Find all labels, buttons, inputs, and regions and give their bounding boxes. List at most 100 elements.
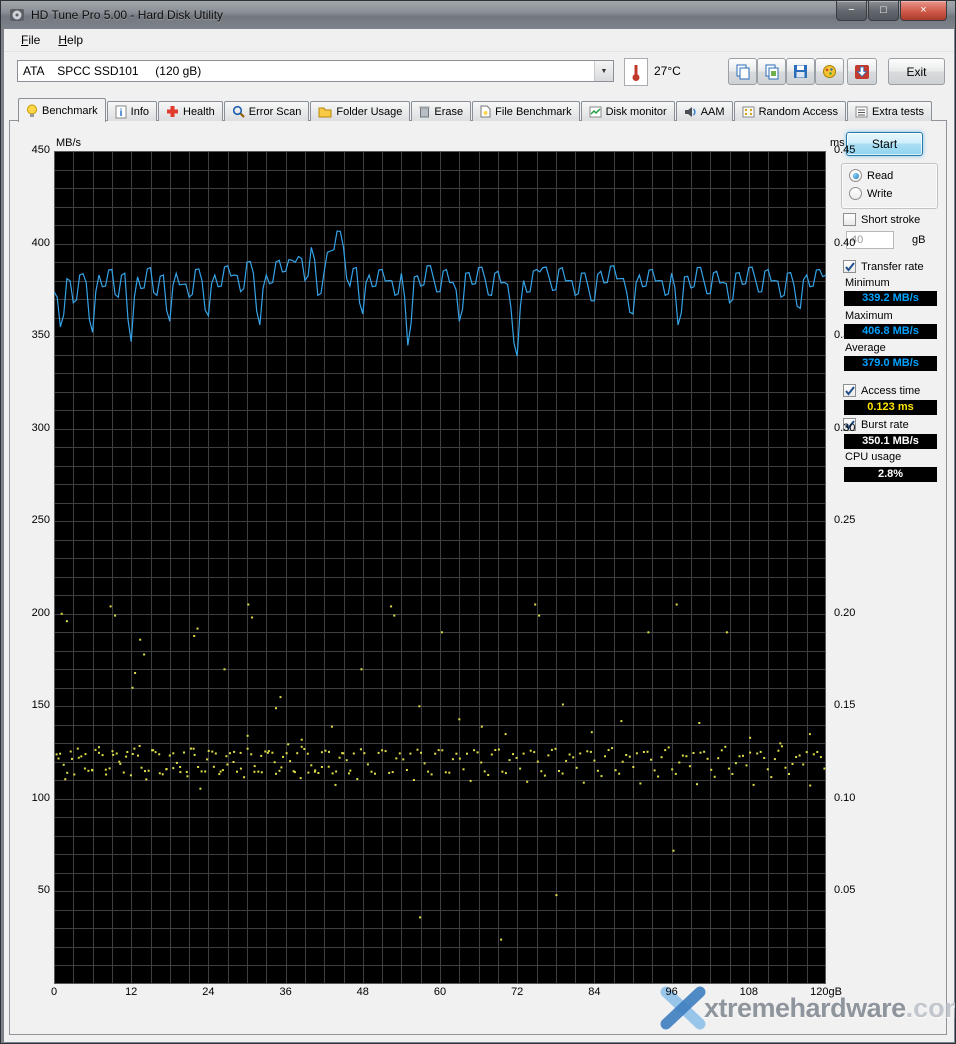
download-button[interactable] [847, 58, 877, 85]
left-axis-unit: MB/s [56, 137, 81, 149]
exit-button-label: Exit [906, 65, 926, 79]
tab-label: AAM [701, 106, 725, 118]
access-time-option[interactable]: Access time [843, 384, 920, 397]
axis-tick-label: 0.35 [834, 329, 874, 341]
random-access-icon [742, 106, 755, 118]
folder-icon [318, 106, 332, 118]
copy-image-button[interactable] [757, 58, 786, 85]
benchmark-chart [54, 151, 826, 984]
axis-tick-label: 400 [10, 237, 50, 249]
axis-tick-label: 24 [188, 986, 228, 998]
short-stroke-option[interactable]: Short stroke [843, 213, 920, 226]
transfer-rate-checkbox[interactable] [843, 260, 856, 273]
tab-random-access[interactable]: Random Access [734, 101, 846, 121]
close-button[interactable]: × [900, 1, 947, 21]
window-controls: − □ × [835, 1, 947, 21]
menu-help[interactable]: Help [49, 30, 92, 50]
tab-info[interactable]: i Info [107, 101, 157, 121]
minimize-icon: − [848, 5, 854, 16]
tab-health[interactable]: Health [158, 101, 223, 121]
axis-tick-label: 0.25 [834, 514, 874, 526]
save-button[interactable] [786, 58, 815, 85]
burst-rate-value: 350.1 MB/s [844, 434, 937, 449]
copy-text-button[interactable] [728, 58, 757, 85]
axis-tick-label: 0.40 [834, 237, 874, 249]
short-stroke-checkbox[interactable] [843, 213, 856, 226]
write-option[interactable]: Write [849, 187, 892, 200]
axis-tick-label: 300 [10, 422, 50, 434]
cpu-usage-label: CPU usage [845, 451, 901, 463]
axis-tick-label: 0.30 [834, 422, 874, 434]
average-value: 379.0 MB/s [844, 356, 937, 371]
axis-tick-label: 0 [34, 986, 74, 998]
file-benchmark-icon [480, 105, 491, 118]
app-icon [9, 7, 25, 23]
tab-disk-monitor[interactable]: Disk monitor [581, 101, 675, 121]
tab-error-scan[interactable]: Error Scan [224, 101, 310, 121]
drive-select-value: ATA SPCC SSD101 (120 gB) [18, 64, 594, 78]
transfer-rate-option[interactable]: Transfer rate [843, 260, 924, 273]
tab-aam[interactable]: AAM [676, 101, 733, 121]
axis-tick-label: 50 [10, 884, 50, 896]
exit-button[interactable]: Exit [888, 58, 945, 85]
watermark-suffix: .com [906, 993, 956, 1024]
tab-label: Folder Usage [336, 106, 402, 118]
axis-tick-label: 60 [420, 986, 460, 998]
tab-label: Extra tests [872, 106, 924, 118]
access-time-value: 0.123 ms [844, 400, 937, 415]
menu-bar: File Help [4, 29, 954, 52]
tab-label: Benchmark [42, 105, 98, 117]
chevron-down-icon[interactable]: ▼ [594, 61, 613, 81]
axis-tick-label: 48 [343, 986, 383, 998]
copy-image-icon [764, 64, 780, 80]
tab-label: Info [131, 106, 149, 118]
write-radio[interactable] [849, 187, 862, 200]
read-radio[interactable] [849, 169, 862, 182]
disk-monitor-icon [589, 106, 602, 118]
minimum-value: 339.2 MB/s [844, 291, 937, 306]
tab-label: Disk monitor [606, 106, 667, 118]
title-bar[interactable]: HD Tune Pro 5.00 - Hard Disk Utility − □… [1, 1, 955, 29]
axis-tick-label: 120gB [806, 986, 846, 998]
maximize-button[interactable]: □ [868, 1, 899, 21]
minimize-button[interactable]: − [836, 1, 867, 21]
colors-button[interactable] [815, 58, 844, 85]
minimum-label: Minimum [845, 277, 890, 289]
tab-label: Health [183, 106, 215, 118]
svg-text:i: i [119, 108, 122, 119]
tab-folder-usage[interactable]: Folder Usage [310, 101, 410, 121]
drive-select[interactable]: ATA SPCC SSD101 (120 gB) ▼ [17, 60, 614, 82]
tab-file-benchmark[interactable]: File Benchmark [472, 101, 579, 121]
lightbulb-icon [26, 104, 38, 118]
tab-benchmark[interactable]: Benchmark [18, 98, 106, 122]
axis-tick-label: 0.15 [834, 699, 874, 711]
trash-icon [419, 105, 430, 118]
close-icon: × [920, 5, 926, 16]
read-option[interactable]: Read [849, 169, 893, 182]
tab-strip: Benchmark i Info Health Error Scan Folde… [18, 98, 933, 121]
axis-tick-label: 36 [266, 986, 306, 998]
axis-tick-label: 450 [10, 144, 50, 156]
info-icon: i [115, 105, 127, 119]
average-label: Average [845, 342, 886, 354]
health-cross-icon [166, 105, 179, 118]
axis-tick-label: 0.10 [834, 792, 874, 804]
read-label: Read [867, 170, 893, 182]
radio-dot-icon [853, 173, 859, 179]
copy-text-icon [735, 64, 751, 80]
axis-tick-label: 96 [652, 986, 692, 998]
access-time-checkbox[interactable] [843, 384, 856, 397]
axis-tick-label: 100 [10, 792, 50, 804]
axis-tick-label: 0.05 [834, 884, 874, 896]
temperature-value: 27°C [654, 64, 681, 78]
axis-tick-label: 150 [10, 699, 50, 711]
axis-tick-label: 108 [729, 986, 769, 998]
tab-erase[interactable]: Erase [411, 101, 471, 121]
tab-extra-tests[interactable]: Extra tests [847, 101, 932, 121]
menu-file[interactable]: File [12, 30, 49, 50]
axis-tick-label: 0.45 [834, 144, 874, 156]
short-stroke-label: Short stroke [861, 214, 920, 226]
tab-label: File Benchmark [495, 106, 571, 118]
temperature-indicator [624, 58, 648, 86]
axis-tick-label: 250 [10, 514, 50, 526]
